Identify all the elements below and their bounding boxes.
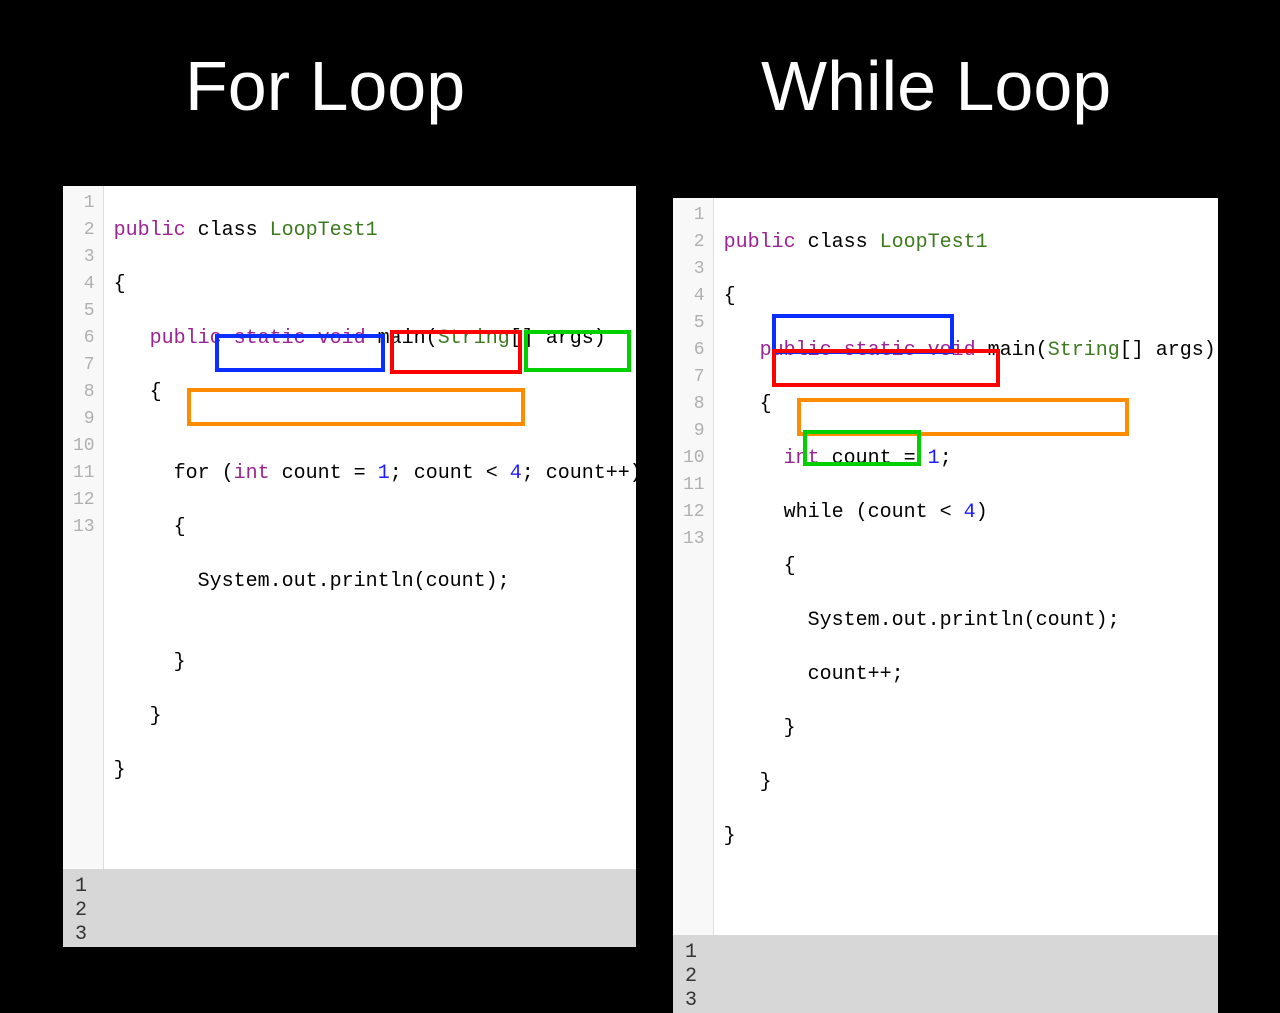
line-number: 2	[683, 229, 705, 256]
code-line: }	[724, 769, 1216, 796]
for-loop-panel: 1 2 3 4 5 6 7 8 9 10 11 12 13 public cla…	[63, 186, 636, 720]
code-line: public class LoopTest1	[724, 229, 1216, 256]
line-gutter: 1 2 3 4 5 6 7 8 9 10 11 12 13	[63, 186, 104, 869]
output-line: 3	[685, 989, 1206, 1013]
output-line: 1	[685, 941, 1206, 965]
line-number: 3	[73, 244, 95, 271]
line-number: 8	[683, 391, 705, 418]
highlight-cond-left	[390, 330, 522, 374]
line-gutter: 1 2 3 4 5 6 7 8 9 10 11 12 13	[673, 198, 714, 935]
code-line: System.out.println(count);	[724, 607, 1216, 634]
code-line: public class LoopTest1	[114, 217, 642, 244]
for-loop-output: 1 2 3	[63, 869, 636, 947]
code-line: {	[724, 283, 1216, 310]
code-line: {	[114, 271, 642, 298]
output-line: 1	[75, 875, 624, 899]
line-number: 5	[73, 298, 95, 325]
line-number: 7	[683, 364, 705, 391]
line-number: 6	[683, 337, 705, 364]
line-number: 11	[73, 460, 95, 487]
code-line: while (count < 4)	[724, 499, 1216, 526]
title-for-loop: For Loop	[185, 46, 465, 126]
source-code: public class LoopTest1 { public static v…	[714, 198, 1226, 935]
line-number: 6	[73, 325, 95, 352]
line-number: 11	[683, 472, 705, 499]
highlight-update-right	[803, 430, 921, 466]
while-loop-code: 1 2 3 4 5 6 7 8 9 10 11 12 13 public cla…	[673, 198, 1218, 935]
line-number: 7	[73, 352, 95, 379]
while-loop-panel: 1 2 3 4 5 6 7 8 9 10 11 12 13 public cla…	[673, 198, 1218, 720]
line-number: 13	[683, 526, 705, 553]
line-number: 10	[73, 433, 95, 460]
highlight-update-left	[524, 330, 631, 372]
line-number: 9	[73, 406, 95, 433]
line-number: 12	[683, 499, 705, 526]
code-line: for (int count = 1; count < 4; count++)	[114, 460, 642, 487]
line-number: 1	[73, 190, 95, 217]
code-line: }	[724, 823, 1216, 850]
line-number: 12	[73, 487, 95, 514]
output-line: 3	[75, 923, 624, 947]
code-line: }	[114, 757, 642, 784]
line-number: 13	[73, 514, 95, 541]
code-line: {	[724, 553, 1216, 580]
output-line: 2	[685, 965, 1206, 989]
code-line: }	[114, 703, 642, 730]
line-number: 2	[73, 217, 95, 244]
line-number: 9	[683, 418, 705, 445]
highlight-body-left	[187, 388, 525, 426]
highlight-cond-right	[772, 349, 1000, 387]
title-while-loop: While Loop	[761, 46, 1111, 126]
line-number: 10	[683, 445, 705, 472]
while-loop-output: 1 2 3	[673, 935, 1218, 1013]
code-line: {	[114, 514, 642, 541]
for-loop-code: 1 2 3 4 5 6 7 8 9 10 11 12 13 public cla…	[63, 186, 636, 869]
output-line: 2	[75, 899, 624, 923]
code-line: int count = 1;	[724, 445, 1216, 472]
line-number: 3	[683, 256, 705, 283]
code-line: }	[114, 649, 642, 676]
code-line: }	[724, 715, 1216, 742]
line-number: 4	[683, 283, 705, 310]
source-code: public class LoopTest1 { public static v…	[104, 186, 652, 869]
line-number: 5	[683, 310, 705, 337]
line-number: 4	[73, 271, 95, 298]
highlight-init-right	[772, 314, 954, 354]
line-number: 1	[683, 202, 705, 229]
code-line: System.out.println(count);	[114, 568, 642, 595]
highlight-init-left	[215, 334, 385, 372]
line-number: 8	[73, 379, 95, 406]
code-line: count++;	[724, 661, 1216, 688]
